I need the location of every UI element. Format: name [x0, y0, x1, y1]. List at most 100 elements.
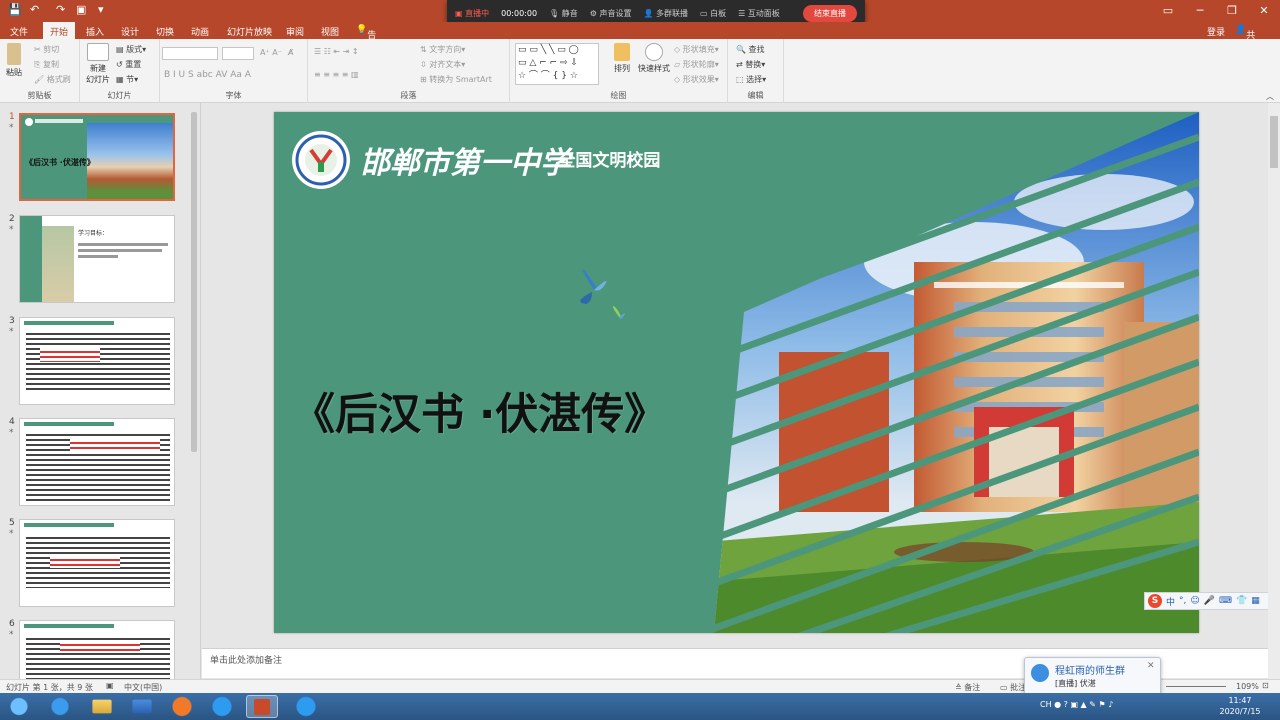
keyboard-icon[interactable]: ⌨ [1219, 596, 1232, 606]
ime-toolbar[interactable]: S 中 °, ☺ 🎤 ⌨ 👕 ▦ [1144, 592, 1280, 610]
tell-me-box[interactable]: 💡 告诉我您想要做什么... [356, 25, 385, 145]
clear-format-icon[interactable]: A̸ [288, 48, 293, 57]
slide-thumbnail-4[interactable] [19, 418, 175, 506]
list-buttons[interactable]: ☰ ☷ ⇤ ⇥ ↕ [314, 47, 359, 56]
tab-design[interactable]: 设计 [121, 25, 139, 38]
window-controls: ▭ ─ ❐ ✕ [1152, 0, 1280, 22]
slide-thumbnail-3[interactable] [19, 317, 175, 405]
sogou-icon[interactable]: S [1148, 594, 1162, 608]
tab-insert[interactable]: 插入 [86, 25, 104, 38]
smartart-button[interactable]: ⊞ 转换为 SmartArt [420, 74, 492, 85]
whiteboard-button[interactable]: ▭ 白板 [700, 8, 726, 19]
ribbon-display-icon[interactable]: ▭ [1152, 0, 1184, 22]
mute-button[interactable]: 🎙 静音 [549, 8, 578, 19]
save-icon[interactable]: 💾 [8, 3, 22, 16]
redo-icon[interactable]: ↷ [56, 3, 65, 16]
signin-link[interactable]: 登录 [1207, 25, 1225, 38]
undo-icon[interactable]: ↶ [30, 3, 39, 16]
end-live-button[interactable]: 结束直播 [803, 4, 857, 22]
shape-effects-button[interactable]: ◇ 形状效果▾ [674, 74, 719, 85]
slide-thumbnail-1[interactable]: 《后汉书 ·伏湛传》 [19, 113, 175, 201]
restore-icon[interactable]: ❐ [1216, 0, 1248, 22]
tray-icons[interactable]: CH ● ? ▣ ▲ ✎ ⚑ ♪ [1040, 700, 1113, 709]
ie-icon[interactable] [44, 695, 76, 718]
customize-qa-icon[interactable]: ▾ [98, 3, 104, 16]
font-size-combo[interactable] [222, 47, 254, 60]
tab-home[interactable]: 开始 [43, 22, 76, 39]
close-icon[interactable]: ✕ [1147, 661, 1155, 671]
fit-slide-icon[interactable]: ⊡ [1262, 681, 1269, 690]
emoji-icon[interactable]: ☺ [1190, 596, 1199, 606]
slide-title[interactable]: 《后汉书 ·伏湛传》 [292, 380, 667, 442]
quick-styles-button[interactable]: 快速样式 [638, 43, 670, 74]
slide-artwork [292, 112, 1199, 633]
align-buttons[interactable]: ≡ ≡ ≡ ≡ ▥ [314, 70, 359, 79]
butterfly-icon [580, 269, 626, 319]
shape-fill-button[interactable]: ◇ 形状填充▾ [674, 44, 719, 55]
dingtalk-icon[interactable] [206, 695, 238, 718]
multi-link-button[interactable]: 👤 多群联播 [643, 8, 688, 19]
slide-thumbnail-5[interactable] [19, 519, 175, 607]
format-painter-button[interactable]: 🖌 格式刷 [34, 74, 71, 85]
spellcheck-icon[interactable]: ▣ [106, 681, 114, 690]
zoom-level[interactable]: 109% [1236, 682, 1259, 691]
arrange-button[interactable]: 排列 [608, 43, 636, 74]
font-name-combo[interactable] [162, 47, 218, 60]
comments-toggle[interactable]: ▭ 批注 [1000, 682, 1026, 693]
collapse-ribbon-icon[interactable]: ︿ [1266, 91, 1274, 102]
tab-transitions[interactable]: 切换 [156, 25, 174, 38]
slide-thumbnail-2[interactable]: 学习目标： [19, 215, 175, 303]
shape-outline-button[interactable]: ▱ 形状轮廓▾ [674, 59, 719, 70]
mic-icon[interactable]: 🎤 [1204, 596, 1215, 606]
tab-file[interactable]: 文件 [10, 25, 28, 38]
interact-panel-button[interactable]: ☰ 互动面板 [738, 8, 780, 19]
powerpoint-task[interactable] [246, 695, 278, 718]
language-indicator[interactable]: 中文(中国) [124, 682, 162, 693]
thumbnail-scrollbar[interactable] [190, 106, 198, 668]
ime-mode-icon[interactable]: 中 [1166, 595, 1175, 608]
text-direction-button[interactable]: ⇅ 文字方向▾ [420, 44, 465, 55]
close-icon[interactable]: ✕ [1248, 0, 1280, 22]
new-slide-button[interactable]: 新建 幻灯片 [84, 43, 112, 85]
tab-view[interactable]: 视图 [321, 25, 339, 38]
minimize-icon[interactable]: ─ [1184, 0, 1216, 22]
select-button[interactable]: ⬚ 选择▾ [736, 74, 766, 85]
zoom-slider[interactable] [1166, 686, 1226, 687]
skin-icon[interactable]: 👕 [1236, 596, 1247, 606]
find-button[interactable]: 🔍 查找 [736, 44, 765, 55]
align-text-button[interactable]: ⇳ 对齐文本▾ [420, 59, 465, 70]
notes-toggle[interactable]: ≙ 备注 [955, 682, 980, 693]
font-style-buttons[interactable]: B I U S abc AV Aa A [164, 70, 251, 80]
school-name: 邯郸市第一中学 [360, 146, 570, 181]
animation-star-icon: * [9, 327, 14, 337]
audio-settings-button[interactable]: ⚙ 声音设置 [590, 8, 632, 19]
shape-gallery[interactable]: ▭ ▭ ╲ ╲ ▭ ◯ ▭ △ ⌐ ⌐ ⇨ ⇩ ☆ ⌒ ⌒ { } ☆ [515, 43, 599, 85]
current-slide[interactable]: 邯郸市第一中学 · 全国文明校园 《后汉书 ·伏湛传》 [274, 112, 1199, 633]
chat-notification[interactable]: 程虹雨的师生群 [直播] 伏湛 ✕ [1024, 657, 1161, 695]
copy-button[interactable]: ⎘ 复制 [34, 59, 59, 70]
app-icon[interactable] [132, 699, 152, 714]
thumb-header-line [35, 119, 83, 123]
reset-button[interactable]: ↺ 重置 [116, 59, 141, 70]
live-app-icon[interactable] [290, 695, 322, 718]
explorer-icon[interactable] [92, 699, 112, 714]
paste-button[interactable]: 粘贴 [4, 43, 24, 78]
slide-scrollbar[interactable] [1268, 103, 1280, 679]
replace-button[interactable]: ⇄ 替换▾ [736, 59, 765, 70]
tab-review[interactable]: 审阅 [286, 25, 304, 38]
present-icon[interactable]: ▣ [76, 3, 86, 16]
system-clock[interactable]: 11:47 2020/7/15 [1218, 695, 1262, 717]
cut-button[interactable]: ✂ 剪切 [34, 44, 59, 55]
section-button[interactable]: ▦ 节▾ [116, 74, 138, 85]
start-button[interactable] [2, 695, 36, 718]
share-button[interactable]: 👤 共享 [1235, 25, 1255, 54]
punctuation-icon[interactable]: °, [1179, 596, 1186, 606]
firefox-icon[interactable] [166, 695, 198, 718]
layout-button[interactable]: ▤ 版式▾ [116, 44, 146, 55]
toolbox-icon[interactable]: ▦ [1251, 596, 1260, 606]
group-label-slides: 幻灯片 [107, 91, 132, 100]
tab-slideshow[interactable]: 幻灯片放映 [227, 25, 272, 38]
font-grow-icon[interactable]: A⁺ A⁻ [260, 48, 282, 57]
slide-thumbnail-6[interactable] [19, 620, 175, 679]
tab-animations[interactable]: 动画 [191, 25, 209, 38]
